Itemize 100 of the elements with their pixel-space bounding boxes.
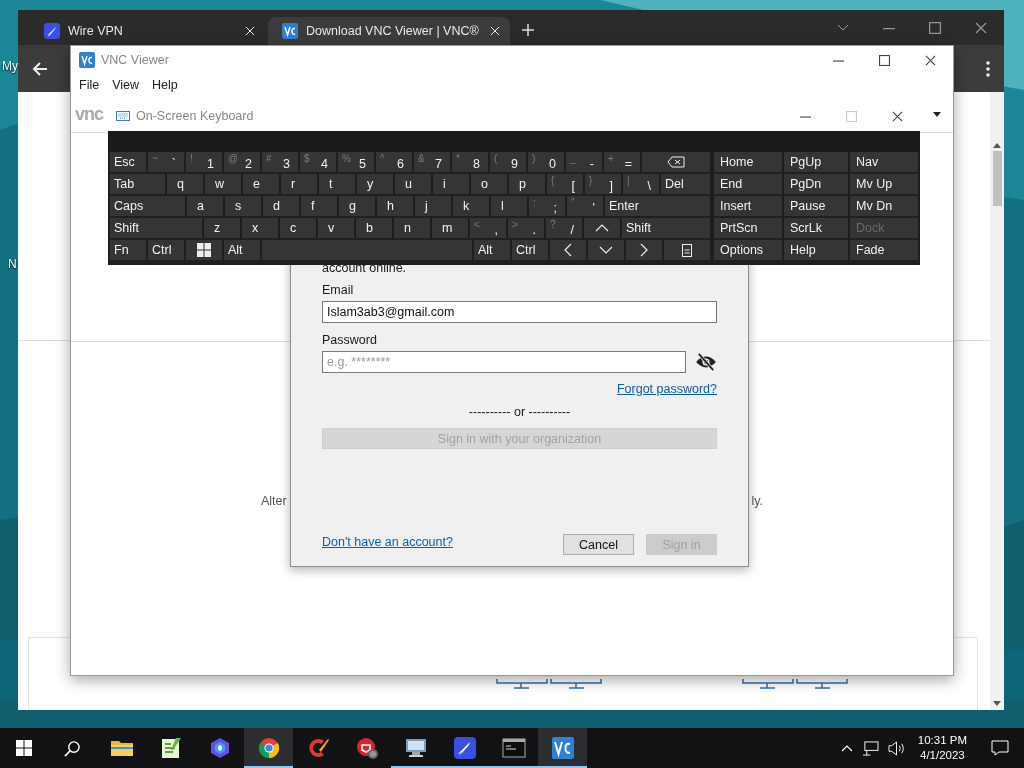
keyboard-key[interactable]: a — [187, 196, 223, 216]
caret-icon[interactable] — [933, 111, 941, 117]
keyboard-key[interactable]: * 8 — [452, 152, 488, 172]
keyboard-key[interactable]: p — [509, 174, 545, 194]
keyboard-key[interactable]: End — [714, 174, 782, 194]
maximize-icon[interactable] — [929, 21, 941, 34]
desktop-icon-label[interactable]: My — [2, 59, 18, 73]
menu-item[interactable]: Help — [152, 78, 178, 92]
keyboard-key[interactable]: Mv Dn — [850, 196, 918, 216]
keyboard-key[interactable]: | \ — [623, 174, 659, 194]
keyboard-key[interactable]: Pause — [784, 196, 848, 216]
keyboard-key[interactable]: & 7 — [414, 152, 450, 172]
keyboard-key[interactable]: % 5 — [338, 152, 374, 172]
volume-icon[interactable] — [887, 740, 905, 756]
keyboard-key[interactable]: c — [280, 218, 316, 238]
keyboard-key[interactable]: _ - — [566, 152, 602, 172]
keyboard-key[interactable]: PgUp — [784, 152, 848, 172]
keyboard-key[interactable]: b — [356, 218, 392, 238]
clock-time[interactable]: 10:31 PM — [917, 733, 967, 748]
keyboard-key[interactable]: Options — [714, 240, 782, 260]
keyboard-key[interactable]: Fade — [850, 240, 918, 260]
keyboard-key[interactable]: g — [339, 196, 375, 216]
keyboard-key[interactable]: k — [453, 196, 489, 216]
keyboard-key[interactable]: j — [415, 196, 451, 216]
desktop-icon-label[interactable]: N — [8, 257, 17, 271]
keyboard-key[interactable]: Shift — [110, 218, 202, 238]
menu-icon[interactable] — [986, 60, 990, 77]
email-field[interactable]: Islam3ab3@gmail.com — [322, 301, 717, 323]
keyboard-key[interactable]: m — [432, 218, 468, 238]
keyboard-key[interactable]: e — [243, 174, 279, 194]
keyboard-key[interactable]: Help — [784, 240, 848, 260]
keyboard-key[interactable]: { [ — [547, 174, 583, 194]
keyboard-key[interactable]: Esc — [110, 152, 146, 172]
browser-tab[interactable]: Download VNC Viewer | VNC® — [268, 17, 510, 45]
keyboard-key[interactable]: ScrLk — [784, 218, 848, 238]
keyboard-key[interactable]: t — [319, 174, 355, 194]
maximize-icon[interactable] — [878, 54, 890, 66]
keyboard-key[interactable]: Ctrl — [148, 240, 184, 260]
taskbar-button[interactable] — [244, 728, 293, 768]
keyboard-key[interactable]: d — [263, 196, 299, 216]
keyboard-key[interactable]: Enter — [605, 196, 710, 216]
keyboard-key[interactable]: < , — [470, 218, 506, 238]
keyboard-key[interactable]: ? / — [546, 218, 582, 238]
close-icon[interactable] — [891, 110, 903, 122]
notification-icon[interactable] — [991, 740, 1009, 756]
clock-date[interactable]: 4/1/2023 — [920, 748, 965, 763]
keyboard-key[interactable]: Alt — [474, 240, 510, 260]
keyboard-key[interactable]: l — [491, 196, 527, 216]
menu-item[interactable]: File — [79, 78, 100, 92]
plus-icon[interactable] — [521, 23, 535, 37]
password-field[interactable]: e.g. ******** — [322, 351, 686, 373]
close-icon[interactable] — [924, 54, 936, 66]
scrollbar[interactable] — [990, 92, 1004, 710]
sign-up-link[interactable]: Don't have an account? — [322, 534, 453, 549]
browser-tab[interactable]: Wire VPN — [30, 17, 265, 45]
keyboard-key[interactable]: Del — [661, 174, 710, 194]
keyboard-key[interactable]: ~ ` — [148, 152, 184, 172]
keyboard-key[interactable]: f — [301, 196, 337, 216]
keyboard-key[interactable]: # 3 — [262, 152, 298, 172]
forgot-password-link[interactable]: Forgot password? — [616, 382, 717, 396]
keyboard-key[interactable]: Nav — [850, 152, 918, 172]
keyboard-key[interactable]: Alt — [224, 240, 260, 260]
keyboard-key[interactable]: @ 2 — [224, 152, 260, 172]
keyboard-key[interactable]: z — [204, 218, 240, 238]
keyboard-key[interactable]: ( 9 — [490, 152, 526, 172]
keyboard-key[interactable]: Shift — [622, 218, 710, 238]
close-icon[interactable] — [975, 21, 987, 34]
back-arrow-icon[interactable] — [31, 59, 49, 78]
keyboard-key[interactable] — [664, 240, 710, 260]
keyboard-key[interactable]: PrtScn — [714, 218, 782, 238]
keyboard-key[interactable]: Caps — [110, 196, 185, 216]
keyboard-key[interactable]: r — [281, 174, 317, 194]
keyboard-key[interactable]: } ] — [585, 174, 621, 194]
network-icon[interactable] — [861, 740, 879, 756]
keyboard-key[interactable]: PgDn — [784, 174, 848, 194]
keyboard-key[interactable]: Mv Up — [850, 174, 918, 194]
keyboard-key[interactable]: Tab — [110, 174, 165, 194]
taskbar-button[interactable] — [538, 728, 587, 768]
keyboard-key[interactable]: ^ 6 — [376, 152, 412, 172]
keyboard-key[interactable]: u — [395, 174, 431, 194]
keyboard-key[interactable]: o — [471, 174, 507, 194]
keyboard-key[interactable]: w — [205, 174, 241, 194]
menu-item[interactable]: View — [112, 78, 140, 92]
keyboard-key[interactable]: $ 4 — [300, 152, 336, 172]
keyboard-key[interactable]: q — [167, 174, 203, 194]
keyboard-key[interactable]: Fn — [110, 240, 146, 260]
keyboard-key[interactable]: x — [242, 218, 278, 238]
keyboard-key[interactable]: > . — [508, 218, 544, 238]
keyboard-key[interactable]: v — [318, 218, 354, 238]
keyboard-key[interactable]: i — [433, 174, 469, 194]
scroll-up-icon[interactable] — [993, 143, 1001, 148]
keyboard-key[interactable]: Insert — [714, 196, 782, 216]
keyboard-key[interactable]: + = — [604, 152, 640, 172]
keyboard-key[interactable]: : ; — [529, 196, 565, 216]
keyboard-key[interactable]: n — [394, 218, 430, 238]
keyboard-key[interactable]: ) 0 — [528, 152, 564, 172]
keyboard-key[interactable]: Home — [714, 152, 782, 172]
keyboard-key[interactable]: " ' — [567, 196, 603, 216]
keyboard-key[interactable]: y — [357, 174, 393, 194]
cancel-button[interactable]: Cancel — [563, 534, 634, 555]
